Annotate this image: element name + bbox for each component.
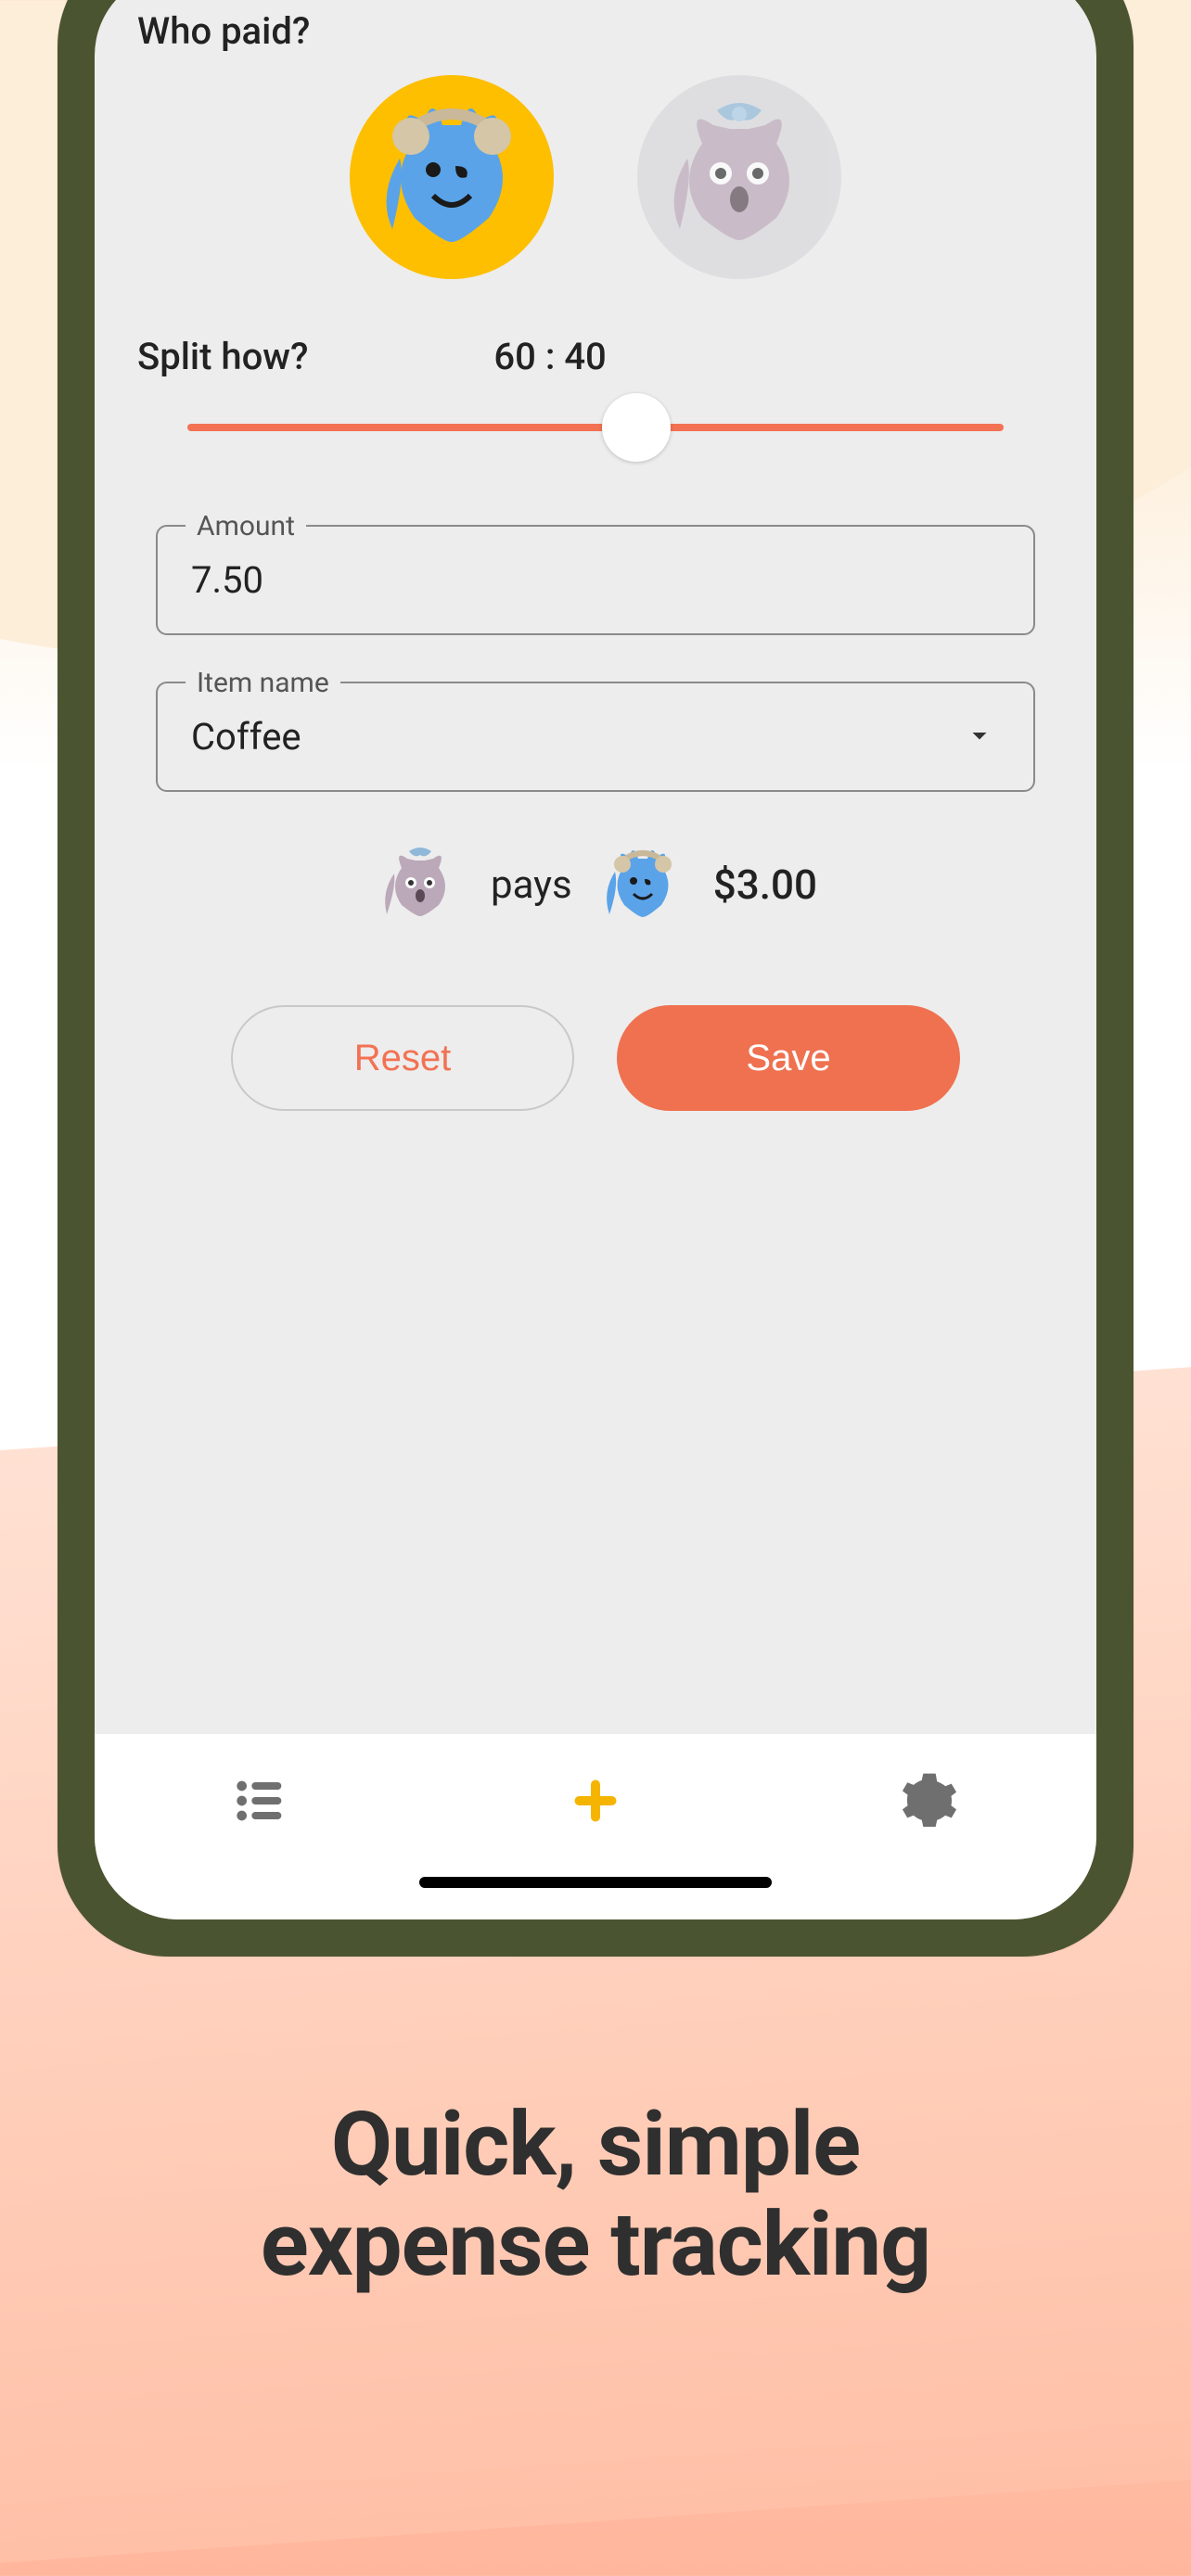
item-value: Coffee [191, 715, 1000, 759]
item-field[interactable]: Item name Coffee [156, 682, 1035, 792]
payer-avatar-1[interactable] [350, 75, 554, 279]
who-paid-label: Who paid? [137, 9, 1054, 53]
slider-thumb[interactable] [602, 393, 671, 462]
pays-word: pays [491, 862, 572, 908]
reset-button[interactable]: Reset [231, 1005, 574, 1111]
phone-screen: Who paid? [95, 0, 1096, 1919]
item-label: Item name [186, 667, 340, 699]
marketing-caption: Quick, simple expense tracking [0, 2096, 1191, 2295]
cat-blue-icon [359, 84, 544, 270]
split-label: Split how? [137, 335, 308, 378]
tab-settings[interactable] [896, 1767, 963, 1834]
split-row: Split how? 60 : 40 [137, 335, 1054, 378]
tab-add[interactable] [562, 1767, 629, 1834]
split-slider[interactable] [187, 395, 1004, 460]
payer-to-icon [596, 838, 689, 931]
tab-list[interactable] [228, 1767, 295, 1834]
split-ratio: 60 : 40 [493, 335, 606, 378]
plus-icon [568, 1773, 623, 1829]
payer-avatar-2[interactable] [637, 75, 841, 279]
phone-device: Who paid? [58, 0, 1133, 1957]
chevron-down-icon [963, 719, 996, 756]
amount-field[interactable]: Amount 7.50 [156, 525, 1035, 635]
slider-track [187, 424, 1004, 431]
save-button[interactable]: Save [617, 1005, 960, 1111]
button-row: Reset Save [156, 1005, 1035, 1111]
gear-icon [900, 1771, 959, 1830]
pays-summary: pays $3.00 [137, 838, 1054, 931]
form-content: Who paid? [95, 0, 1096, 1734]
home-indicator [419, 1877, 772, 1888]
amount-label: Amount [186, 510, 306, 542]
tab-bar [95, 1734, 1096, 1919]
cat-pink-icon [647, 84, 832, 270]
who-paid-avatars [137, 75, 1054, 279]
pays-amount: $3.00 [713, 861, 817, 909]
payer-from-icon [374, 838, 467, 931]
list-icon [232, 1771, 291, 1830]
amount-value: 7.50 [191, 558, 1000, 602]
